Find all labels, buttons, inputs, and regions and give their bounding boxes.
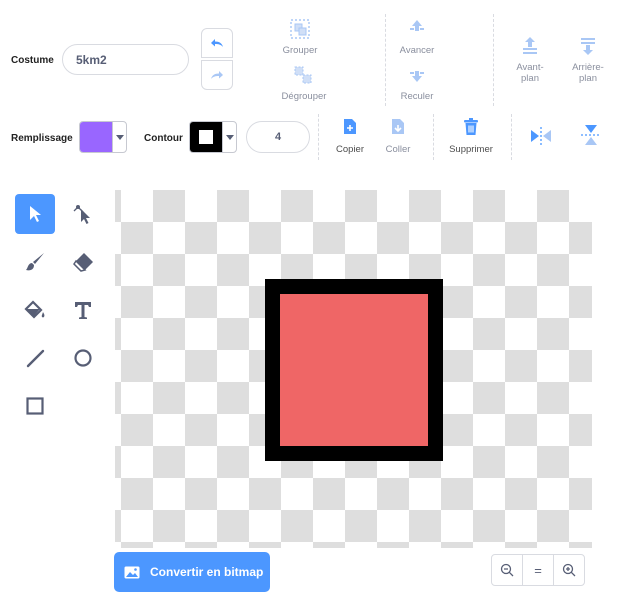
group-button[interactable]: Grouper bbox=[272, 18, 328, 58]
flip-vertical-icon bbox=[581, 125, 601, 145]
group-icon bbox=[290, 19, 310, 39]
copy-icon bbox=[344, 119, 356, 134]
divider bbox=[318, 114, 319, 160]
brush-tool[interactable] bbox=[15, 242, 55, 282]
paste-label: Coller bbox=[385, 144, 411, 155]
divider bbox=[433, 114, 434, 160]
text-tool[interactable] bbox=[63, 290, 103, 330]
zoom-reset-button[interactable]: = bbox=[522, 554, 554, 586]
eraser-icon bbox=[73, 253, 93, 272]
paste-icon bbox=[392, 119, 404, 134]
zoom-in-button[interactable] bbox=[553, 554, 585, 586]
arrow-cursor-icon bbox=[30, 206, 41, 222]
flip-vertical-button[interactable] bbox=[578, 122, 604, 148]
text-t-icon bbox=[75, 302, 91, 319]
trash-icon bbox=[464, 118, 478, 135]
outline-label: Contour bbox=[144, 133, 183, 144]
convert-label: Convertir en bitmap bbox=[150, 565, 264, 579]
paste-button[interactable]: Coller bbox=[382, 118, 414, 158]
delete-label: Supprimer bbox=[449, 144, 493, 155]
paint-canvas[interactable] bbox=[115, 190, 592, 548]
copy-label: Copier bbox=[336, 144, 364, 155]
group-label: Grouper bbox=[282, 45, 318, 56]
bring-to-front-button[interactable]: Avant- plan bbox=[508, 36, 552, 88]
zoom-in-icon bbox=[562, 563, 576, 577]
costume-label: Costume bbox=[11, 55, 54, 66]
eraser-tool[interactable] bbox=[63, 242, 103, 282]
outline-width-value: 4 bbox=[274, 131, 282, 143]
delete-button[interactable]: Supprimer bbox=[446, 118, 496, 158]
line-icon bbox=[26, 349, 45, 368]
brush-icon bbox=[26, 253, 44, 271]
divider bbox=[493, 14, 494, 106]
redo-icon bbox=[211, 71, 223, 79]
zoom-reset-label: = bbox=[534, 562, 542, 578]
ungroup-button[interactable]: Dégrouper bbox=[272, 64, 336, 104]
reshape-cursor-icon bbox=[73, 205, 90, 224]
paint-bucket-icon bbox=[24, 300, 45, 319]
flip-horizontal-icon bbox=[531, 127, 551, 145]
rectangle-tool[interactable] bbox=[15, 386, 55, 426]
select-tool[interactable] bbox=[15, 194, 55, 234]
costume-name-value: 5km2 bbox=[76, 52, 107, 67]
bring-forward-icon bbox=[410, 20, 424, 31]
front-label-2: plan bbox=[521, 73, 539, 84]
outline-color-swatch bbox=[190, 122, 222, 152]
send-backward-icon bbox=[410, 71, 424, 82]
chevron-down-icon bbox=[112, 122, 126, 152]
front-label-1: Avant- bbox=[516, 62, 544, 73]
divider bbox=[511, 114, 512, 160]
send-to-back-icon bbox=[581, 38, 595, 55]
backward-label: Reculer bbox=[400, 91, 434, 102]
ungroup-icon bbox=[294, 66, 312, 84]
flip-horizontal-button[interactable] bbox=[528, 124, 554, 148]
line-tool[interactable] bbox=[15, 338, 55, 378]
forward-label: Avancer bbox=[399, 45, 435, 56]
fill-color-picker[interactable] bbox=[79, 121, 127, 153]
fill-color-swatch bbox=[80, 122, 112, 152]
back-label-1: Arrière- bbox=[572, 62, 604, 73]
divider bbox=[385, 14, 386, 106]
outline-color-picker[interactable] bbox=[189, 121, 237, 153]
fill-label: Remplissage bbox=[11, 133, 73, 144]
undo-icon bbox=[211, 39, 223, 47]
circle-icon bbox=[74, 349, 92, 367]
zoom-out-button[interactable] bbox=[491, 554, 523, 586]
rectangle-icon bbox=[26, 397, 44, 415]
forward-button[interactable]: Avancer bbox=[392, 18, 442, 58]
costume-name-input[interactable]: 5km2 bbox=[62, 44, 189, 75]
back-label-2: plan bbox=[579, 73, 597, 84]
zoom-out-icon bbox=[500, 563, 514, 577]
outline-width-input[interactable]: 4 bbox=[246, 121, 310, 153]
convert-to-bitmap-button[interactable]: Convertir en bitmap bbox=[114, 552, 270, 592]
redo-button[interactable] bbox=[201, 60, 233, 90]
ungroup-label: Dégrouper bbox=[281, 91, 327, 102]
reshape-tool[interactable] bbox=[63, 194, 103, 234]
circle-tool[interactable] bbox=[63, 338, 103, 378]
send-to-back-button[interactable]: Arrière- plan bbox=[565, 36, 611, 88]
copy-button[interactable]: Copier bbox=[333, 118, 367, 158]
image-icon bbox=[124, 566, 140, 578]
fill-tool[interactable] bbox=[15, 290, 55, 330]
red-rectangle-shape[interactable] bbox=[265, 279, 443, 461]
chevron-down-icon bbox=[222, 122, 236, 152]
bring-to-front-icon bbox=[523, 37, 537, 54]
undo-button[interactable] bbox=[201, 28, 233, 58]
canvas-drawing bbox=[265, 279, 443, 461]
backward-button[interactable]: Reculer bbox=[392, 64, 442, 104]
